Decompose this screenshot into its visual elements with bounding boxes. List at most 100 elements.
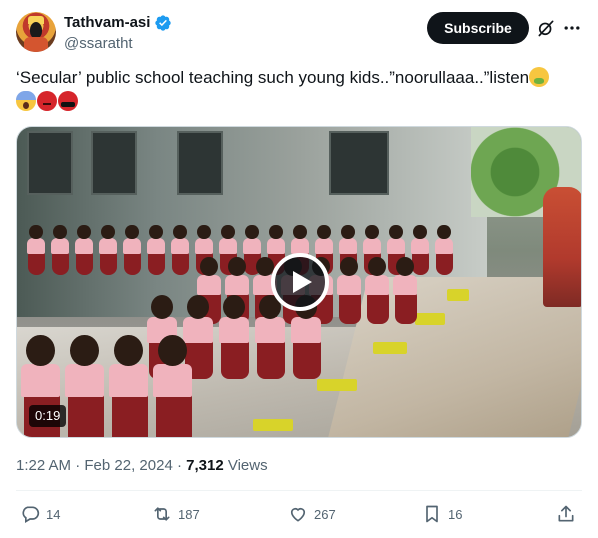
video-scene-child-head [317, 225, 331, 240]
video-scene-child-shirt [225, 274, 249, 296]
video-scene-child-head [368, 257, 386, 277]
share-button[interactable] [556, 504, 576, 524]
video-scene-child-shirt [75, 238, 93, 254]
author-display-name[interactable]: Tathvam-asi [64, 13, 150, 32]
video-scene-child-head [151, 295, 173, 319]
author-handle[interactable]: @ssaratht [64, 34, 172, 53]
like-button[interactable]: 267 [288, 504, 336, 524]
video-scene-child-dress [100, 251, 117, 276]
video-scene-child-head [114, 335, 143, 367]
author-block[interactable]: Tathvam-asi @ssaratht [64, 13, 172, 53]
face-vomiting-emoji [529, 67, 550, 87]
video-scene-child-head [125, 225, 139, 240]
like-count: 267 [314, 506, 336, 522]
video-scene-child-shirt [315, 238, 333, 254]
video-scene-child-head [53, 225, 67, 240]
video-scene-child-dress [172, 251, 189, 276]
bookmark-icon [426, 505, 438, 523]
more-options-icon[interactable] [562, 18, 582, 38]
video-scene-child-dress [338, 292, 361, 325]
video-scene-child-dress [412, 251, 429, 276]
bookmark-button[interactable]: 16 [422, 504, 462, 524]
share-icon [558, 505, 574, 522]
video-scene-child-shirt [51, 238, 69, 254]
video-scene-child-head [200, 257, 218, 277]
video-scene-child-shirt [243, 238, 261, 254]
video-scene-child-dress [221, 339, 249, 379]
meta-separator: · [176, 457, 182, 474]
video-scene-teacher [543, 187, 581, 307]
video-scene-child-dress [436, 251, 453, 276]
reply-count: 14 [46, 506, 61, 522]
video-scene-child-dress [394, 292, 417, 325]
video-player[interactable]: 0:19 [16, 126, 582, 438]
video-scene-child-shirt [267, 238, 285, 254]
repost-count: 187 [178, 506, 200, 522]
avatar[interactable] [16, 12, 56, 52]
video-scene-child-head [413, 225, 427, 240]
video-scene-child-dress [124, 251, 141, 276]
video-scene-child-shirt [21, 363, 60, 398]
reply-icon [22, 506, 40, 523]
video-scene-child-dress [111, 392, 148, 437]
video-scene-child-head [340, 257, 358, 277]
reply-button[interactable]: 14 [20, 504, 60, 524]
avatar-body [24, 37, 48, 52]
video-scene-child-dress [52, 251, 69, 276]
video-scene-child-dress [257, 339, 285, 379]
video-scene-child-dress [293, 339, 321, 379]
author-name-row[interactable]: Tathvam-asi [64, 13, 172, 32]
video-scene-child-head [101, 225, 115, 240]
meta-separator: · [75, 457, 81, 474]
video-scene-child-head [173, 225, 187, 240]
repost-button[interactable]: 187 [152, 504, 200, 524]
video-scene-child-shirt [339, 238, 357, 254]
avatar-face [30, 22, 42, 38]
tweet-text: ‘Secular’ public school teaching such yo… [16, 66, 582, 114]
tweet-date[interactable]: Feb 22, 2024 [84, 457, 172, 474]
video-scene-child-shirt [255, 317, 285, 343]
video-scene-child-shirt [365, 274, 389, 296]
video-scene-child-shirt [195, 238, 213, 254]
video-scene-child-head [245, 225, 259, 240]
video-scene-child-dress [28, 251, 45, 276]
video-scene-children [17, 185, 487, 437]
video-scene-curb [253, 419, 293, 431]
video-scene-child-head [158, 335, 187, 367]
tweet-time[interactable]: 1:22 AM [16, 457, 71, 474]
play-button[interactable] [271, 253, 329, 311]
video-scene-child-head [221, 225, 235, 240]
video-scene-child-shirt [387, 238, 405, 254]
video-scene-child-head [29, 225, 43, 240]
video-scene-child-shirt [435, 238, 453, 254]
video-scene-child-shirt [183, 317, 213, 343]
video-scene-child-shirt [197, 274, 221, 296]
heart-icon [290, 507, 306, 522]
repost-icon [154, 507, 170, 521]
video-scene-child-shirt [147, 238, 165, 254]
video-scene-child-shirt [65, 363, 104, 398]
video-scene-child-dress [155, 392, 192, 437]
video-scene-child-head [223, 295, 245, 319]
face-screaming-emoji [16, 91, 36, 111]
video-scene-child-shirt [109, 363, 148, 398]
video-scene-child-head [70, 335, 99, 367]
video-scene-child-head [437, 225, 451, 240]
video-scene-child-head [26, 335, 55, 367]
grok-icon[interactable] [536, 18, 556, 38]
video-scene-child-shirt [337, 274, 361, 296]
video-scene-child-head [341, 225, 355, 240]
video-scene-child-shirt [363, 238, 381, 254]
video-scene-child-head [389, 225, 403, 240]
video-scene-child-dress [67, 392, 104, 437]
video-scene-child-head [293, 225, 307, 240]
video-scene-child-head [396, 257, 414, 277]
video-scene-child-head [228, 257, 246, 277]
bookmark-count: 16 [448, 506, 463, 522]
video-scene-child-head [149, 225, 163, 240]
subscribe-button[interactable]: Subscribe [427, 12, 529, 44]
divider [16, 490, 582, 491]
video-scene-child-shirt [171, 238, 189, 254]
video-scene-child-shirt [291, 317, 321, 343]
video-scene-child-dress [148, 251, 165, 276]
